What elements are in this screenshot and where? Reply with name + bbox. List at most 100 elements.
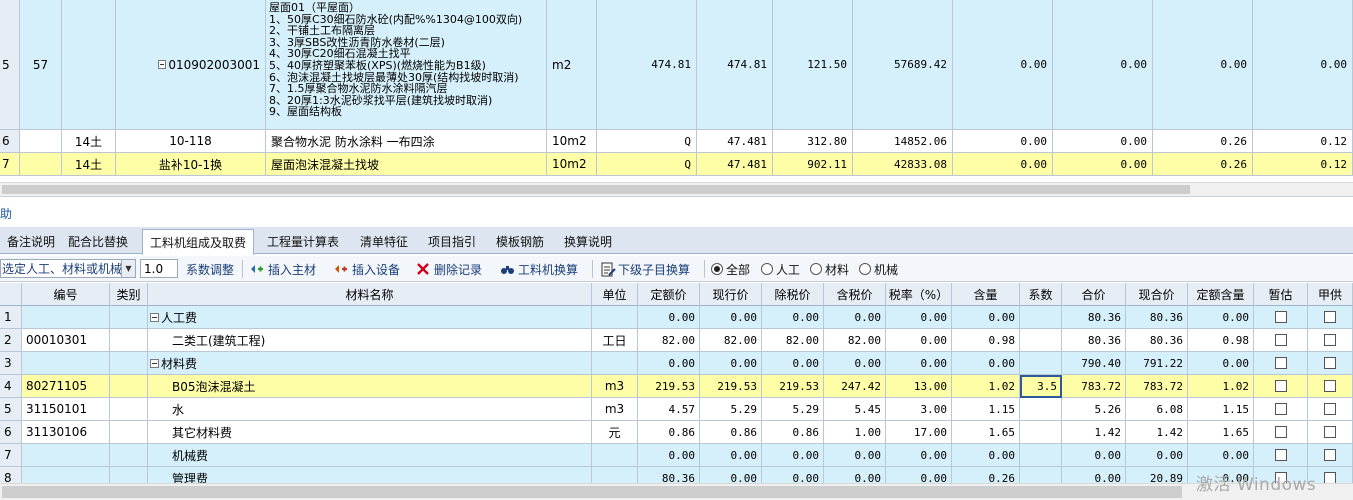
- tax-rate-cell[interactable]: 3.00: [886, 398, 952, 421]
- content-cell[interactable]: 1.02: [952, 375, 1020, 398]
- qty-cell[interactable]: 474.81: [697, 0, 773, 130]
- code-cell[interactable]: [22, 444, 110, 467]
- quota-price-cell[interactable]: 0.86: [638, 421, 700, 444]
- current-amount-cell[interactable]: 791.22: [1126, 352, 1188, 375]
- owner-supplied-checkbox-cell[interactable]: [1308, 444, 1353, 467]
- checkbox[interactable]: [1274, 380, 1287, 392]
- coefficient-cell[interactable]: [1020, 421, 1062, 444]
- header-tax-price[interactable]: 含税价: [824, 283, 886, 306]
- header-quota-price[interactable]: 定额价: [638, 283, 700, 306]
- insert-main-button[interactable]: 插入主材: [250, 260, 316, 278]
- header-material-name[interactable]: 材料名称: [148, 283, 592, 306]
- content-cell[interactable]: 1.15: [952, 398, 1020, 421]
- content-cell[interactable]: 0.98: [952, 329, 1020, 352]
- header-amount[interactable]: 合价: [1062, 283, 1126, 306]
- checkbox[interactable]: [1274, 357, 1287, 369]
- filter-select[interactable]: 选定人工、材料或机械 ▼: [0, 259, 136, 278]
- current-price-cell[interactable]: 0.00: [700, 352, 762, 375]
- tab-labor-material-machine[interactable]: 工料机组成及取费: [142, 229, 255, 255]
- expr-cell[interactable]: Q: [597, 130, 697, 153]
- current-amount-cell[interactable]: 1.42: [1126, 421, 1188, 444]
- checkbox[interactable]: [1324, 334, 1336, 346]
- provisional-checkbox-cell[interactable]: [1254, 306, 1308, 329]
- tax-price-cell[interactable]: 247.42: [824, 375, 886, 398]
- content-cell[interactable]: 0.00: [952, 444, 1020, 467]
- code-cell[interactable]: 盐补10-1换: [116, 153, 266, 176]
- provisional-checkbox-cell[interactable]: [1254, 375, 1308, 398]
- qty-cell[interactable]: 47.481: [697, 130, 773, 153]
- pretax-price-cell[interactable]: 82.00: [762, 329, 824, 352]
- quota-content-cell[interactable]: 0.00: [1188, 306, 1254, 329]
- current-amount-cell[interactable]: 6.08: [1126, 398, 1188, 421]
- unit-cell[interactable]: 工日: [592, 329, 638, 352]
- tax-rate-cell[interactable]: 0.00: [886, 467, 952, 483]
- tab-mix-replace[interactable]: 配合比替换: [61, 229, 135, 253]
- content-cell[interactable]: 0.00: [952, 306, 1020, 329]
- header-category[interactable]: 类别: [110, 283, 148, 306]
- provisional-checkbox-cell[interactable]: [1254, 444, 1308, 467]
- header-quota-content[interactable]: 定额含量: [1188, 283, 1254, 306]
- tax-price-cell[interactable]: 0.00: [824, 444, 886, 467]
- lmm-row[interactable]: 1 人工费 0.00 0.00 0.00 0.00 0.00 0.00 80.36 80.36 0.…: [0, 306, 1353, 329]
- checkbox[interactable]: [1274, 449, 1287, 461]
- amount-cell[interactable]: 80.36: [1062, 306, 1126, 329]
- header-content[interactable]: 含量: [952, 283, 1020, 306]
- lmm-row[interactable]: 3 材料费 0.00 0.00 0.00 0.00 0.00 0.00 790.40 791.22…: [0, 352, 1353, 375]
- lmm-row[interactable]: 7 机械费 0.00 0.00 0.00 0.00 0.00 0.00 0.00 0.00 0.00: [0, 444, 1353, 467]
- tab-item-guide[interactable]: 项目指引: [421, 229, 483, 253]
- coefficient-cell[interactable]: [1020, 467, 1062, 483]
- unit-cell[interactable]: m3: [592, 398, 638, 421]
- lmm-row[interactable]: 2 00010301 二类工(建筑工程) 工日 82.00 82.00 82.00 82.00…: [0, 329, 1353, 352]
- quota-price-cell[interactable]: 0.00: [638, 306, 700, 329]
- code-cell[interactable]: 31150101: [22, 398, 110, 421]
- current-price-cell[interactable]: 82.00: [700, 329, 762, 352]
- amount-cell[interactable]: 0.00: [1062, 467, 1126, 483]
- header-current-amount[interactable]: 现合价: [1126, 283, 1188, 306]
- category-cell[interactable]: [110, 352, 148, 375]
- tax-rate-cell[interactable]: 0.00: [886, 444, 952, 467]
- tax-rate-cell[interactable]: 0.00: [886, 329, 952, 352]
- quota-content-cell[interactable]: 0.00: [1188, 352, 1254, 375]
- tax-price-cell[interactable]: 0.00: [824, 306, 886, 329]
- quota-content-cell[interactable]: 1.65: [1188, 421, 1254, 444]
- expr-cell[interactable]: Q: [597, 153, 697, 176]
- unit-cell[interactable]: [592, 306, 638, 329]
- checkbox[interactable]: [1274, 311, 1287, 323]
- owner-supplied-checkbox-cell[interactable]: [1308, 398, 1353, 421]
- qty-cell[interactable]: 47.481: [697, 153, 773, 176]
- tax-price-cell[interactable]: 1.00: [824, 421, 886, 444]
- code-cell[interactable]: 80271105: [22, 375, 110, 398]
- tab-quantity-calc[interactable]: 工程量计算表: [260, 229, 346, 253]
- material-name-cell[interactable]: 水: [148, 398, 592, 421]
- tax-rate-cell[interactable]: 0.00: [886, 352, 952, 375]
- amount-cell[interactable]: 783.72: [1062, 375, 1126, 398]
- tax-price-cell[interactable]: 0.00: [824, 467, 886, 483]
- provisional-checkbox-cell[interactable]: [1254, 421, 1308, 444]
- current-amount-cell[interactable]: 80.36: [1126, 306, 1188, 329]
- material-name-cell[interactable]: B05泡沫混凝土: [148, 375, 592, 398]
- code-cell[interactable]: 31130106: [22, 421, 110, 444]
- content-cell[interactable]: 1.65: [952, 421, 1020, 444]
- radio-labor[interactable]: 人工: [761, 260, 800, 278]
- header-provisional[interactable]: 暂估: [1254, 283, 1308, 306]
- pretax-price-cell[interactable]: 0.00: [762, 444, 824, 467]
- category-cell[interactable]: [110, 444, 148, 467]
- checkbox[interactable]: [1274, 426, 1287, 438]
- unit-cell[interactable]: m3: [592, 375, 638, 398]
- code-cell[interactable]: 00010301: [22, 329, 110, 352]
- current-price-cell[interactable]: 5.29: [700, 398, 762, 421]
- code-cell[interactable]: 010902003001: [116, 0, 266, 130]
- amount-cell[interactable]: 5.26: [1062, 398, 1126, 421]
- name-cell[interactable]: 聚合物水泥 防水涂料 一布四涂: [266, 130, 547, 153]
- owner-supplied-checkbox-cell[interactable]: [1308, 306, 1353, 329]
- header-current-price[interactable]: 现行价: [700, 283, 762, 306]
- coefficient-cell[interactable]: [1020, 398, 1062, 421]
- current-price-cell[interactable]: 0.00: [700, 444, 762, 467]
- owner-supplied-checkbox-cell[interactable]: [1308, 375, 1353, 398]
- coef-adjust-button[interactable]: 系数调整: [186, 260, 234, 278]
- material-name-cell[interactable]: 材料费: [148, 352, 592, 375]
- quota-price-cell[interactable]: 82.00: [638, 329, 700, 352]
- category-cell[interactable]: [110, 467, 148, 483]
- item-row[interactable]: 6 14土 10-118 聚合物水泥 防水涂料 一布四涂 10m2 Q 47.4…: [0, 130, 1353, 153]
- pretax-price-cell[interactable]: 5.29: [762, 398, 824, 421]
